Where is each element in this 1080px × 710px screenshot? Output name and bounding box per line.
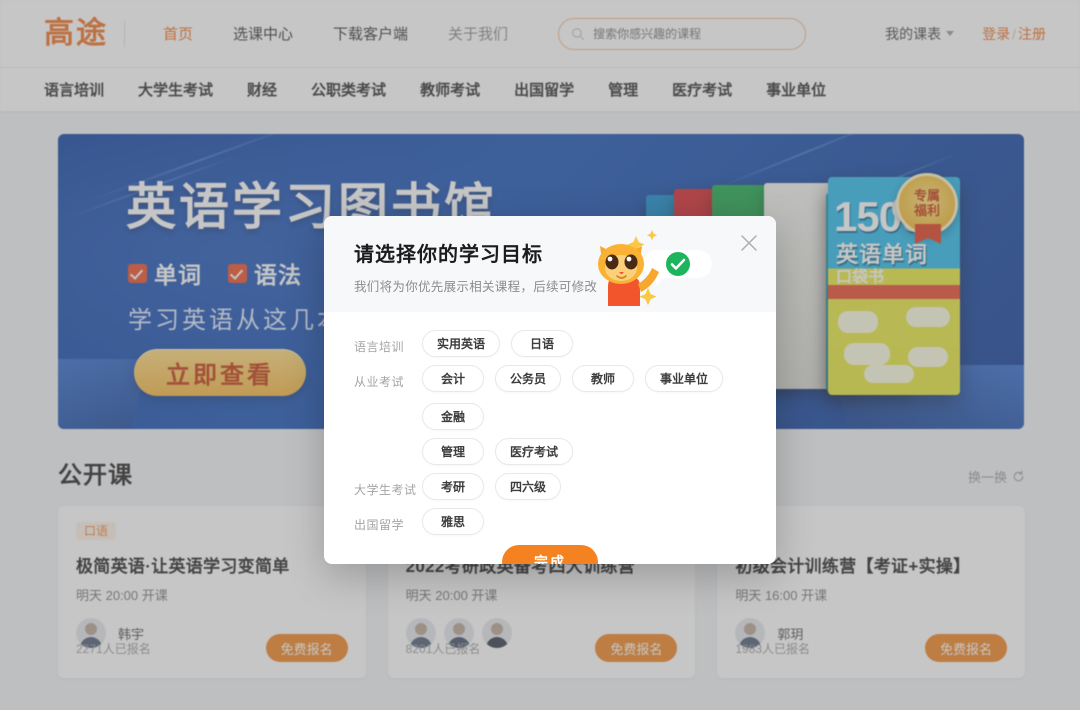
tag-option-medical-exam[interactable]: 医疗考试 xyxy=(495,438,574,465)
tag-group-study-abroad: 出国留学 雅思 xyxy=(354,508,746,535)
tag-list: 管理 医疗考试 xyxy=(422,438,574,465)
close-icon[interactable] xyxy=(740,234,758,252)
tag-group-label xyxy=(354,438,422,446)
tag-group-college: 大学生考试 考研 四六级 xyxy=(354,473,746,500)
tag-group-language: 语言培训 实用英语 日语 xyxy=(354,330,746,357)
tag-option-civil-servant[interactable]: 公务员 xyxy=(495,365,562,392)
tag-list: 雅思 xyxy=(422,508,484,535)
tag-group-professional: 从业考试 会计 公务员 教师 事业单位 金融 xyxy=(354,365,746,430)
tag-group-professional-cont: 管理 医疗考试 xyxy=(354,438,746,465)
tag-option-public-institution[interactable]: 事业单位 xyxy=(645,365,724,392)
page-root: 高途 首页 选课中心 下载客户端 关于我们 我的课表 xyxy=(0,0,1080,710)
cat-mascot-icon xyxy=(598,230,712,306)
modal-body: 语言培训 实用英语 日语 从业考试 会计 公务员 教师 事业单位 金融 管理 医… xyxy=(324,312,776,564)
tag-option-practical-english[interactable]: 实用英语 xyxy=(422,330,501,357)
tag-option-cet46[interactable]: 四六级 xyxy=(495,473,562,500)
modal-header: 请选择你的学习目标 我们将为你优先展示相关课程，后续可修改 xyxy=(324,216,776,312)
tag-group-label: 语言培训 xyxy=(354,340,405,354)
tag-option-management[interactable]: 管理 xyxy=(422,438,484,465)
tag-list: 会计 公务员 教师 事业单位 金融 xyxy=(422,365,746,430)
tag-option-teacher[interactable]: 教师 xyxy=(572,365,635,392)
tag-group-label: 从业考试 xyxy=(354,375,405,389)
tag-option-finance[interactable]: 金融 xyxy=(422,403,484,430)
tag-group-label: 大学生考试 xyxy=(354,483,417,497)
tag-option-accounting[interactable]: 会计 xyxy=(422,365,484,392)
tag-option-ielts[interactable]: 雅思 xyxy=(422,508,484,535)
tag-group-label: 出国留学 xyxy=(354,518,405,532)
tag-list: 考研 四六级 xyxy=(422,473,562,500)
learning-goal-modal: 请选择你的学习目标 我们将为你优先展示相关课程，后续可修改 语言培训 实用英语 … xyxy=(324,216,776,564)
tag-option-postgraduate[interactable]: 考研 xyxy=(422,473,484,500)
done-button[interactable]: 完成 xyxy=(502,545,598,564)
tag-option-japanese[interactable]: 日语 xyxy=(511,330,574,357)
modal-footer: 完成 xyxy=(354,545,746,564)
tag-list: 实用英语 日语 xyxy=(422,330,574,357)
